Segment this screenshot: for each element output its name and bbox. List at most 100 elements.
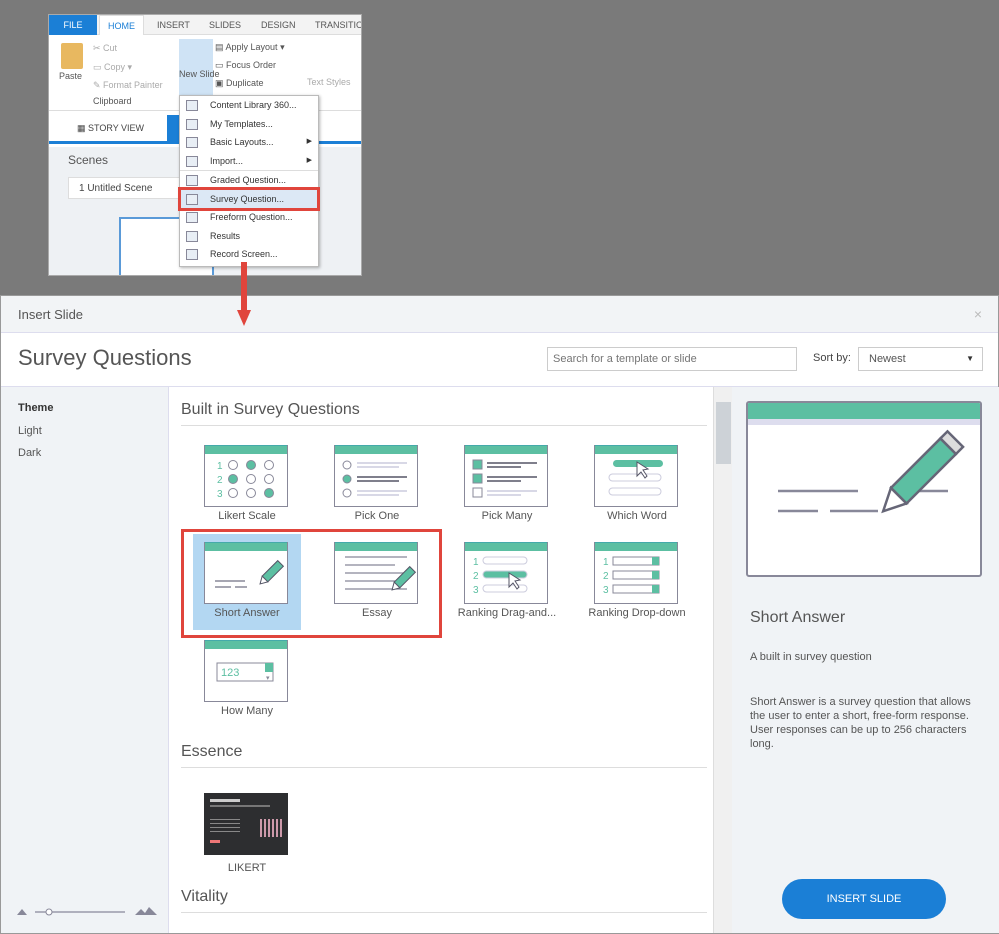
section-essence: Essence	[181, 743, 707, 768]
arrow-annotation	[237, 262, 251, 326]
sort-select[interactable]: Newest ▼	[858, 347, 983, 371]
template-tile-ranking-drag-and-drop[interactable]: 1 2 3 Ranking Drag-and...	[453, 534, 561, 630]
template-tile-pick-many[interactable]: Pick Many	[453, 437, 561, 533]
zoom-slider[interactable]	[17, 905, 157, 917]
section-vitality: Vitality	[181, 888, 707, 913]
sidebar-item-dark[interactable]: Dark	[18, 447, 41, 459]
zoom-slider-handle	[45, 908, 53, 916]
menu-item-icon	[186, 175, 198, 186]
template-tile-likert-scale[interactable]: 1 2 3 Likert Scale	[193, 437, 301, 533]
tab-insert[interactable]: INSERT	[149, 15, 198, 35]
template-tile-pick-one[interactable]: Pick One	[323, 437, 431, 533]
sort-label: Sort by:	[813, 352, 851, 364]
duplicate-button[interactable]: ▣ Duplicate	[215, 78, 264, 89]
menu-item[interactable]: Record Screen...	[180, 245, 318, 264]
section-built-in: Built in Survey Questions	[181, 401, 707, 426]
svg-text:123: 123	[221, 667, 239, 679]
svg-text:1: 1	[603, 557, 609, 568]
new-slide-button[interactable]: New Slide	[179, 39, 220, 95]
template-tile-ranking-drop-down[interactable]: 1 2 3 Ranking Drop-down	[583, 534, 691, 630]
copy-label: Copy	[104, 62, 126, 72]
sidebar-item-light[interactable]: Light	[18, 425, 42, 437]
text-styles-button[interactable]: Text Styles	[307, 77, 351, 87]
menu-item[interactable]: My Templates...	[180, 115, 318, 134]
pick-many-thumbnail	[464, 445, 548, 507]
menu-item-icon	[186, 249, 198, 260]
search-input[interactable]	[547, 347, 797, 371]
preview-description: Short Answer is a survey question that a…	[750, 696, 971, 750]
which-word-thumbnail	[594, 445, 678, 507]
svg-text:3: 3	[217, 489, 223, 500]
menu-item-icon	[186, 118, 198, 130]
cut-button[interactable]: ✂ Cut	[93, 43, 117, 54]
pick-one-thumbnail	[334, 445, 418, 507]
ranking-drag-and-drop-thumbnail: 1 2 3	[464, 542, 548, 604]
tile-label: How Many	[221, 705, 273, 717]
tile-label: LIKERT	[227, 862, 267, 874]
chevron-down-icon: ▼	[966, 354, 974, 363]
menu-item-icon	[186, 137, 198, 148]
svg-text:1: 1	[473, 557, 479, 568]
svg-text:2: 2	[473, 571, 479, 582]
menu-item[interactable]: Content Library 360...	[180, 96, 318, 115]
dialog-header: Insert Slide ×	[1, 296, 998, 333]
menu-item[interactable]: Basic Layouts... ▶	[180, 133, 318, 152]
focus-order-label: Focus Order	[226, 60, 277, 70]
theme-heading: Theme	[18, 402, 54, 414]
scene-item[interactable]: 1 Untitled Scene	[68, 177, 188, 199]
theme-sidebar: Theme Light Dark	[1, 387, 169, 933]
cut-label: Cut	[103, 43, 118, 53]
menu-item-label: Results	[210, 230, 241, 241]
story-view-tab[interactable]: ▦ STORY VIEW	[77, 123, 144, 134]
likert-scale-thumbnail: 1 2 3	[204, 445, 288, 507]
menu-item-icon	[186, 230, 198, 242]
tab-file[interactable]: FILE	[49, 15, 97, 35]
format-painter-label: Format Painter	[103, 80, 163, 90]
tile-label: Ranking Drag-and...	[457, 607, 557, 619]
small-mountain-icon	[17, 909, 27, 915]
close-icon[interactable]: ×	[974, 296, 982, 333]
menu-item[interactable]: Results	[180, 227, 318, 246]
story-view-label: STORY VIEW	[88, 123, 145, 133]
menu-item[interactable]: Import... ▶	[180, 152, 318, 171]
how-many-thumbnail: 123 ▾	[204, 640, 288, 702]
menu-item-icon	[186, 100, 198, 111]
tab-design[interactable]: DESIGN	[253, 15, 304, 35]
svg-text:▾: ▾	[266, 675, 270, 682]
template-tile-which-word[interactable]: Which Word	[583, 437, 691, 533]
storyline-screenshot: FILE HOME INSERT SLIDES DESIGN TRANSITIO…	[48, 14, 362, 276]
template-tile-likert[interactable]: LIKERT	[193, 789, 301, 885]
menu-item-icon	[186, 212, 198, 223]
duplicate-label: Duplicate	[226, 78, 264, 88]
likert-thumbnail	[204, 793, 288, 855]
preview-subtitle: A built in survey question	[750, 651, 872, 663]
template-tile-how-many[interactable]: 123 ▾ How Many	[193, 632, 301, 728]
format-painter-button[interactable]: ✎ Format Painter	[93, 80, 163, 91]
tab-transitions[interactable]: TRANSITIO	[307, 15, 361, 35]
tile-label: Pick Many	[481, 510, 533, 522]
copy-button[interactable]: ▭ Copy ▾	[93, 62, 132, 73]
apply-layout-button[interactable]: ▤ Apply Layout ▾	[215, 42, 285, 53]
svg-text:2: 2	[217, 475, 223, 486]
clipboard-group-label: Clipboard	[93, 96, 132, 106]
tab-home[interactable]: HOME	[99, 15, 144, 35]
insert-slide-dialog: Insert Slide × Survey Questions Sort by: …	[0, 295, 999, 934]
scenes-heading: Scenes	[68, 153, 109, 167]
tile-label: Likert Scale	[218, 510, 276, 522]
svg-text:2: 2	[603, 571, 609, 582]
tab-slides[interactable]: SLIDES	[201, 15, 249, 35]
menu-item-label: My Templates...	[210, 118, 273, 129]
new-slide-menu: Content Library 360... My Templates... Bas…	[179, 95, 319, 267]
tile-label: Pick One	[354, 510, 400, 522]
menu-item-label: Import...	[210, 155, 244, 166]
tile-label: Ranking Drop-down	[588, 607, 686, 619]
paste-button[interactable]: Paste	[59, 71, 82, 81]
scrollbar-thumb[interactable]	[716, 402, 731, 464]
gallery-scrollbar[interactable]	[713, 387, 732, 933]
insert-slide-button[interactable]: INSERT SLIDE	[782, 879, 946, 919]
paste-icon	[61, 43, 83, 69]
submenu-arrow-icon: ▶	[306, 156, 312, 164]
focus-order-button[interactable]: ▭ Focus Order	[215, 60, 276, 71]
preview-image	[746, 401, 982, 577]
preview-name: Short Answer	[750, 609, 846, 626]
